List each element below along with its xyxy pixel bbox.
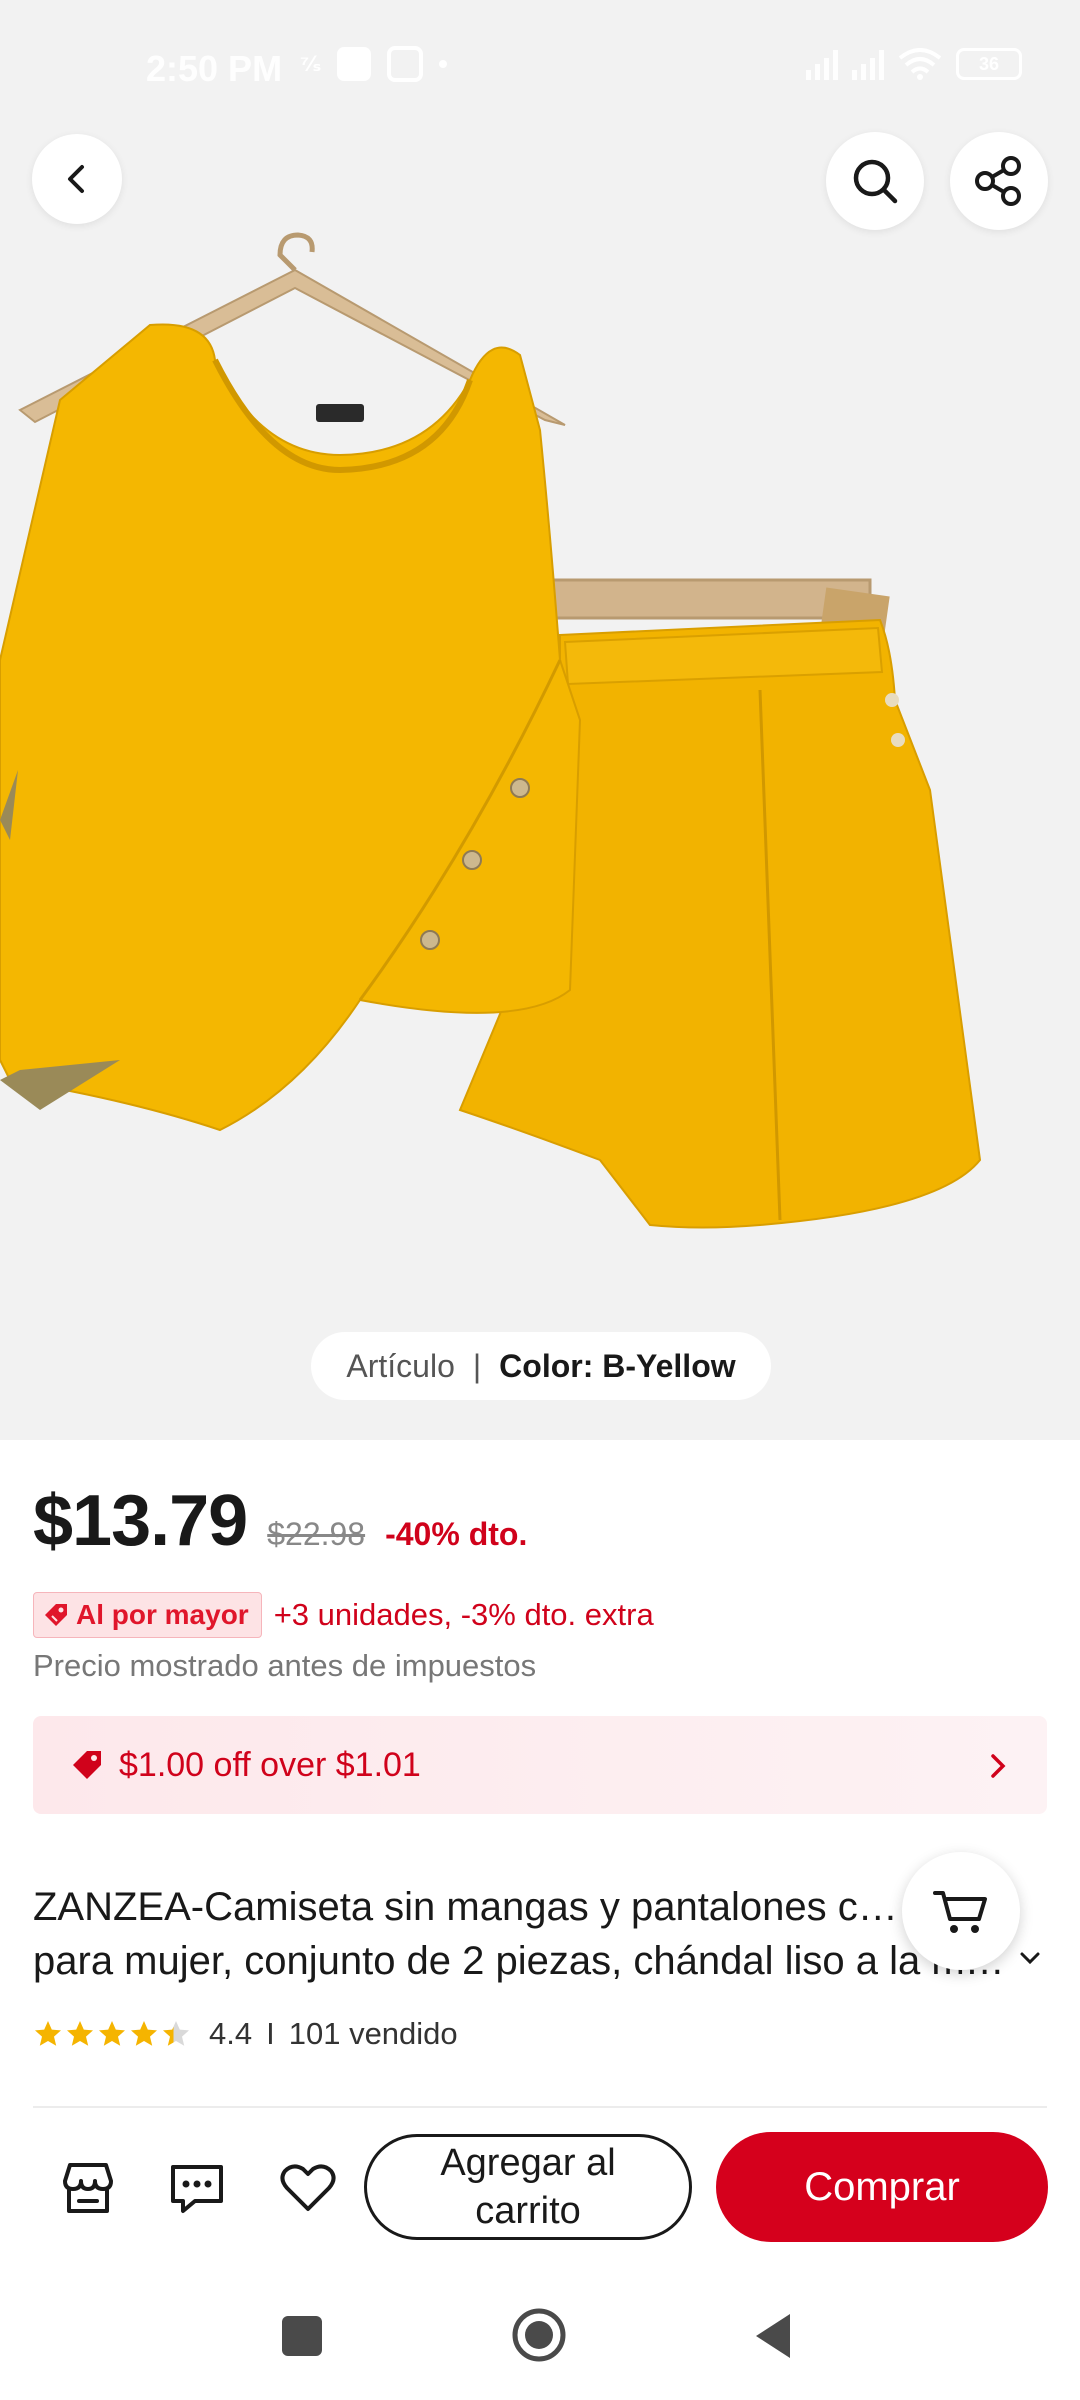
chevron-right-icon [991,1754,1006,1778]
rating-value: 4.4 [209,2016,253,2051]
divider [33,2106,1047,2108]
star-icon [99,2021,125,2046]
recents-button[interactable] [282,2316,322,2356]
chat-button[interactable] [165,2156,229,2220]
chevron-down-icon[interactable] [1018,1948,1042,1968]
rating-separator: I [266,2016,275,2051]
star-icon [67,2021,93,2046]
variant-value: Color: B-Yellow [499,1347,736,1384]
product-title[interactable]: ZANZEA-Camiseta sin mangas y pantalones … [33,1880,1023,1988]
instagram-notification-icon [387,46,424,82]
product-title-line-1: ZANZEA-Camiseta sin mangas y pantalones … [33,1885,913,1929]
system-navigation-bar [0,2290,1080,2400]
wishlist-button[interactable] [276,2156,340,2220]
back-nav-button[interactable] [752,2312,794,2360]
product-gallery[interactable]: 2:50 PM ⁷⁄ₛ 36 Artículo | Color: B-Yello… [0,0,1080,1440]
chat-icon [171,2165,223,2213]
more-notifications-icon [439,60,448,68]
variant-separator: | [472,1347,482,1384]
price-row: $13.79 $22.98 -40% dto. [33,1480,527,1562]
tax-note: Precio mostrado antes de impuestos [33,1648,537,1683]
store-icon [63,2163,113,2213]
star-icon [131,2021,157,2046]
chevron-left-icon [68,165,84,193]
status-notification-icons: ⁷⁄ₛ [300,46,448,82]
add-to-cart-button[interactable]: Agregar al carrito [364,2134,692,2240]
product-photo[interactable] [0,230,1080,1290]
status-system-icons: 36 [806,48,1022,80]
status-time: 2:50 PM [146,48,283,89]
signal-icon-2 [852,48,884,80]
coupon-tag-icon [73,1751,101,1779]
coupon-text: $1.00 off over $1.01 [119,1745,421,1784]
heart-icon [280,2164,336,2211]
current-price: $13.79 [33,1481,248,1561]
discount-label: -40% dto. [385,1516,528,1552]
home-button[interactable] [512,2308,566,2362]
search-button[interactable] [826,132,924,230]
back-button[interactable] [32,134,122,224]
battery-icon: 36 [956,48,1022,80]
star-icon [35,2021,61,2046]
wholesale-row: Al por mayor +3 unidades, -3% dto. extra [33,1592,654,1638]
signal-icon [806,48,838,80]
sold-count: 101 vendido [288,2016,458,2051]
coupon-banner[interactable]: $1.00 off over $1.01 [33,1716,1047,1814]
tag-icon [45,1604,67,1626]
buy-now-button[interactable]: Comprar [716,2132,1048,2242]
star-icon [163,2021,189,2046]
wholesale-offer-text: +3 unidades, -3% dto. extra [273,1597,654,1632]
share-icon [975,156,1021,206]
product-title-line-2: para mujer, conjunto de 2 piezas, chánda… [33,1939,1023,1983]
original-price: $22.98 [267,1516,366,1552]
network-speed-icon: ⁷⁄ₛ [300,51,322,76]
whatsapp-notification-icon [337,47,372,81]
cart-icon [933,1891,987,1933]
wifi-icon [898,48,942,80]
variant-selector[interactable]: Artículo | Color: B-Yellow [311,1332,771,1400]
search-icon [853,159,898,204]
store-button[interactable] [56,2156,120,2220]
rating-row[interactable]: 4.4 I 101 vendido [33,2016,458,2052]
star-rating [33,2019,191,2049]
wholesale-badge-label: Al por mayor [76,1599,249,1630]
floating-cart-button[interactable] [902,1852,1020,1970]
variant-label: Artículo [346,1347,455,1384]
share-button[interactable] [950,132,1048,230]
status-bar: 2:50 PM ⁷⁄ₛ 36 [0,40,1080,100]
wholesale-badge: Al por mayor [33,1592,262,1638]
